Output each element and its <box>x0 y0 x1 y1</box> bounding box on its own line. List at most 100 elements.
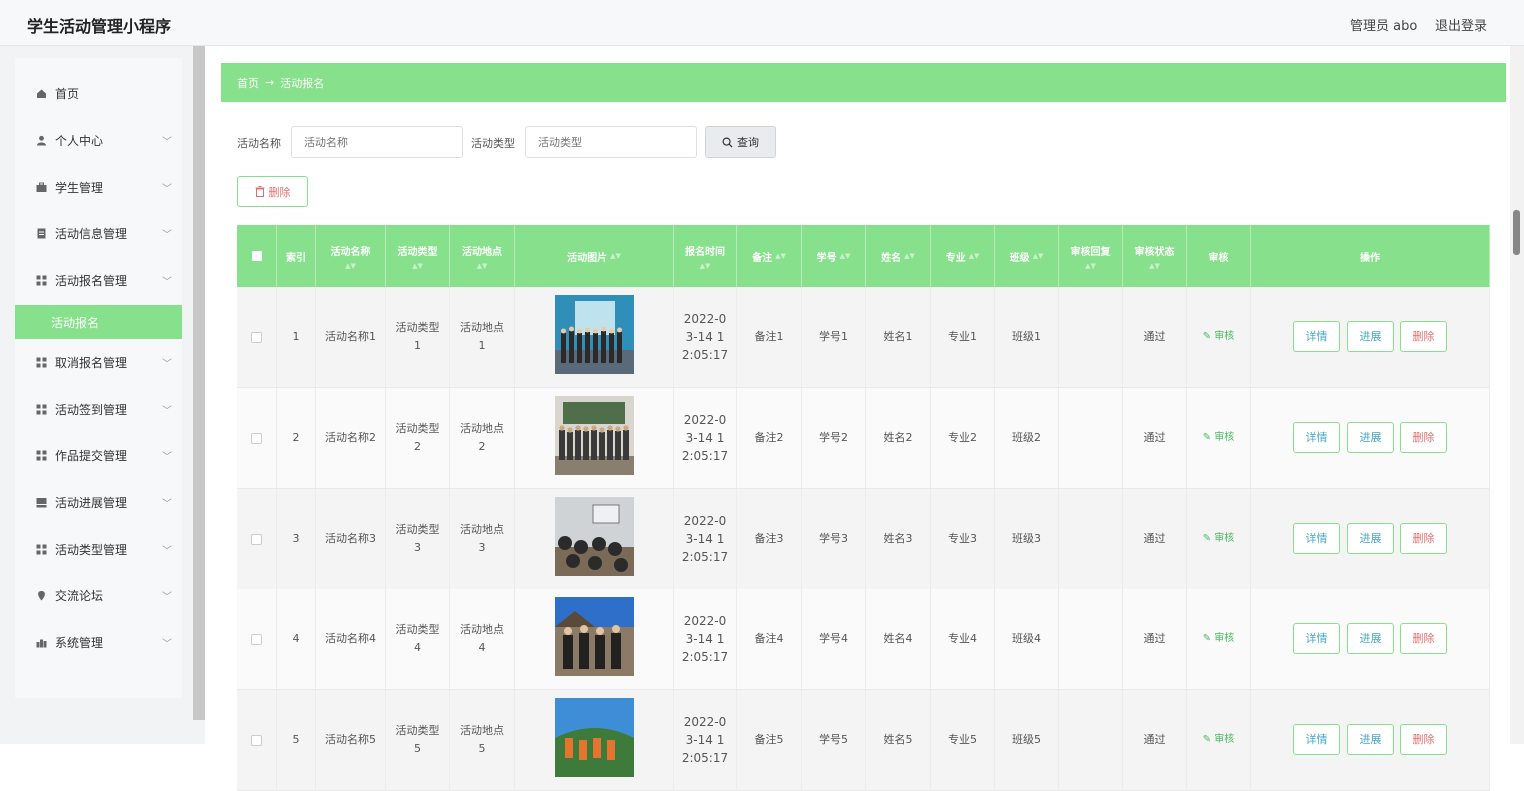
column-header-11[interactable]: 班级 ▲▼ <box>995 225 1059 287</box>
sidebar-item-12[interactable]: 系统管理 ﹀ <box>15 624 182 660</box>
activity-photo[interactable] <box>554 596 634 682</box>
detail-button[interactable]: 详情 <box>1293 523 1340 554</box>
sidebar-item-4[interactable]: 活动报名管理 ﹀ <box>15 262 182 298</box>
row-delete-button[interactable]: 删除 <box>1400 321 1447 352</box>
column-header-10[interactable]: 专业 ▲▼ <box>931 225 995 287</box>
sort-icon[interactable]: ▲▼ <box>969 252 980 260</box>
detail-button[interactable]: 详情 <box>1293 321 1340 352</box>
column-header-9[interactable]: 姓名 ▲▼ <box>866 225 931 287</box>
activity-type-input[interactable] <box>525 126 697 158</box>
sidebar-item-7[interactable]: 活动签到管理 ﹀ <box>15 391 182 427</box>
query-button[interactable]: 查询 <box>705 126 776 158</box>
detail-button[interactable]: 详情 <box>1293 422 1340 453</box>
audit-link[interactable]: ✎ 审核 <box>1203 630 1235 648</box>
progress-button[interactable]: 进展 <box>1347 321 1394 352</box>
sidebar-item-11[interactable]: 交流论坛 ﹀ <box>15 577 182 613</box>
table-cell: 2022-03-14 12:05:17 <box>674 690 737 790</box>
row-delete-button[interactable]: 删除 <box>1400 623 1447 654</box>
column-header-4[interactable]: 活动地点 ▲▼ <box>450 225 515 287</box>
cell-place: 活动地点5 <box>460 724 504 755</box>
table-cell: 活动类型3 <box>386 489 450 589</box>
table-cell: 班级1 <box>995 287 1059 387</box>
sidebar-item-0[interactable]: 首页 <box>15 75 182 111</box>
progress-button[interactable]: 进展 <box>1347 523 1394 554</box>
audit-link[interactable]: ✎ 审核 <box>1203 429 1235 447</box>
row-delete-button[interactable]: 删除 <box>1400 523 1447 554</box>
sort-icon[interactable]: ▲▼ <box>610 252 621 260</box>
breadcrumb-home[interactable]: 首页 <box>237 75 259 91</box>
table-cell <box>237 690 277 790</box>
column-header-7[interactable]: 备注 ▲▼ <box>737 225 802 287</box>
row-checkbox[interactable] <box>251 633 262 645</box>
row-checkbox[interactable] <box>251 432 262 444</box>
detail-button[interactable]: 详情 <box>1293 623 1340 654</box>
sort-icon[interactable]: ▲▼ <box>477 262 488 270</box>
cell-name: 活动名称1 <box>325 330 376 343</box>
sidebar-item-10[interactable]: 活动类型管理 ﹀ <box>15 531 182 567</box>
column-header-6[interactable]: 报名时间 ▲▼ <box>674 225 737 287</box>
audit-link[interactable]: ✎ 审核 <box>1203 731 1235 749</box>
detail-button[interactable]: 详情 <box>1293 724 1340 755</box>
table-cell: 专业2 <box>931 388 995 488</box>
activity-name-input[interactable] <box>291 126 463 158</box>
sort-icon[interactable]: ▲▼ <box>700 262 711 270</box>
table-header: 索引 活动名称 ▲▼ 活动类型 ▲▼ 活动地点 ▲▼ 活动图片 ▲▼ 报名时间 ▲▼ 备注 ▲▼ 学号 ▲▼… <box>237 225 1490 287</box>
activity-photo[interactable] <box>554 496 634 582</box>
sort-icon[interactable]: ▲▼ <box>1033 252 1044 260</box>
column-header-2[interactable]: 活动名称 ▲▼ <box>316 225 386 287</box>
cell-name: 活动名称5 <box>325 733 376 746</box>
activity-photo[interactable] <box>554 395 634 481</box>
sort-icon[interactable]: ▲▼ <box>904 252 915 260</box>
activity-photo[interactable] <box>554 697 634 783</box>
sidebar-subitem-activity-registration[interactable]: 活动报名 <box>15 305 182 339</box>
activity-photo[interactable] <box>554 294 634 380</box>
column-header-1[interactable]: 索引 <box>277 225 316 287</box>
bulk-delete-button[interactable]: 删除 <box>237 176 308 207</box>
sort-icon[interactable]: ▲▼ <box>840 252 851 260</box>
column-header-8[interactable]: 学号 ▲▼ <box>802 225 866 287</box>
column-header-label: 专业 <box>945 252 966 264</box>
audit-link[interactable]: ✎ 审核 <box>1203 328 1235 346</box>
page-scrollbar-thumb[interactable] <box>1513 210 1520 255</box>
sidebar-item-9[interactable]: 活动进展管理 ﹀ <box>15 484 182 520</box>
sidebar-item-3[interactable]: 活动信息管理 ﹀ <box>15 215 182 251</box>
column-header-5[interactable]: 活动图片 ▲▼ <box>515 225 674 287</box>
table-cell: 学号5 <box>802 690 866 790</box>
progress-button[interactable]: 进展 <box>1347 724 1394 755</box>
column-header-0[interactable] <box>237 225 277 287</box>
table-cell: 活动类型1 <box>386 287 450 387</box>
chevron-down-icon: ﹀ <box>162 184 172 195</box>
sidebar-item-6[interactable]: 取消报名管理 ﹀ <box>15 344 182 380</box>
column-header-label: 活动类型 <box>397 246 438 258</box>
row-delete-button[interactable]: 删除 <box>1400 724 1447 755</box>
column-header-13[interactable]: 审核状态 ▲▼ <box>1123 225 1187 287</box>
column-header-3[interactable]: 活动类型 ▲▼ <box>386 225 450 287</box>
table-cell: 学号4 <box>802 589 866 689</box>
sidebar-item-2[interactable]: 学生管理 ﹀ <box>15 169 182 205</box>
sort-icon[interactable]: ▲▼ <box>1149 262 1160 270</box>
table-cell: ✎ 审核 <box>1187 690 1251 790</box>
sidebar-item-label: 个人中心 <box>55 133 104 148</box>
column-header-15[interactable]: 操作 <box>1251 225 1490 287</box>
logout-link[interactable]: 退出登录 <box>1435 15 1487 34</box>
sidebar-item-8[interactable]: 作品提交管理 ﹀ <box>15 437 182 473</box>
cell-status: 通过 <box>1143 532 1166 545</box>
sort-icon[interactable]: ▲▼ <box>1085 262 1096 270</box>
audit-link[interactable]: ✎ 审核 <box>1203 530 1235 548</box>
sort-icon[interactable]: ▲▼ <box>412 262 423 270</box>
sidebar-scrollbar[interactable] <box>193 46 205 720</box>
row-checkbox[interactable] <box>251 533 262 545</box>
page-scrollbar[interactable] <box>1510 46 1524 744</box>
column-header-14[interactable]: 审核 <box>1187 225 1251 287</box>
sort-icon[interactable]: ▲▼ <box>775 252 786 260</box>
row-delete-button[interactable]: 删除 <box>1400 422 1447 453</box>
row-checkbox[interactable] <box>251 331 262 343</box>
progress-button[interactable]: 进展 <box>1347 422 1394 453</box>
column-header-12[interactable]: 审核回复 ▲▼ <box>1059 225 1123 287</box>
table-cell: 通过 <box>1123 489 1187 589</box>
progress-button[interactable]: 进展 <box>1347 623 1394 654</box>
table-cell: 活动地点3 <box>450 489 515 589</box>
select-all-checkbox[interactable] <box>251 251 262 261</box>
sidebar-item-1[interactable]: 个人中心 ﹀ <box>15 122 182 158</box>
sort-icon[interactable]: ▲▼ <box>345 262 356 270</box>
